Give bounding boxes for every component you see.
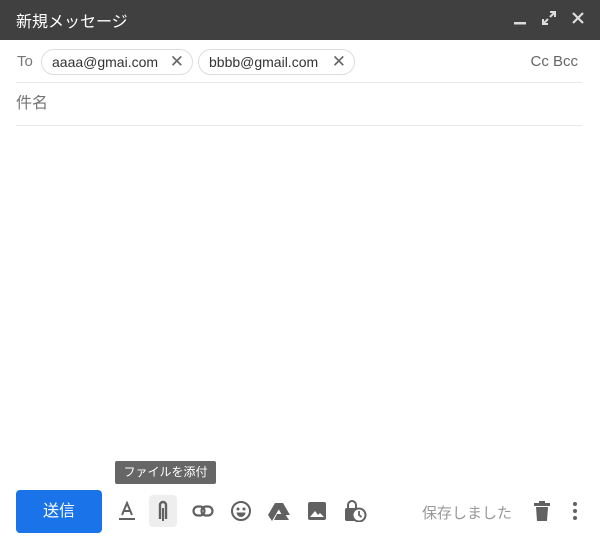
recipient-email: bbbb@gmail.com xyxy=(209,54,319,70)
recipient-email: aaaa@gmai.com xyxy=(52,54,159,70)
saved-status: 保存しました xyxy=(422,505,513,522)
google-drive-icon[interactable] xyxy=(265,497,293,525)
discard-draft-icon[interactable] xyxy=(528,497,556,525)
insert-photo-icon[interactable] xyxy=(303,497,331,525)
subject-input[interactable] xyxy=(16,95,576,113)
to-field[interactable]: To aaaa@gmai.com ✕ bbbb@gmail.com ✕ Cc B… xyxy=(16,42,582,83)
recipient-chip[interactable]: aaaa@gmai.com ✕ xyxy=(41,49,193,75)
attach-file-icon[interactable] xyxy=(149,495,177,527)
link-icon[interactable] xyxy=(189,497,217,525)
confidential-mode-icon[interactable] xyxy=(341,497,369,525)
emoji-icon[interactable] xyxy=(227,497,255,525)
remove-recipient-icon[interactable]: ✕ xyxy=(332,52,346,72)
send-button[interactable]: 送信 xyxy=(16,490,102,533)
tooltip: ファイルを添付 xyxy=(115,461,216,484)
formatting-icon[interactable] xyxy=(113,497,141,525)
compose-title: 新規メッセージ xyxy=(16,14,128,31)
recipient-chip[interactable]: bbbb@gmail.com ✕ xyxy=(198,49,355,75)
expand-icon[interactable] xyxy=(541,10,557,28)
minimize-icon[interactable] xyxy=(512,10,528,28)
remove-recipient-icon[interactable]: ✕ xyxy=(170,52,184,72)
message-body[interactable] xyxy=(16,130,582,450)
to-label: To xyxy=(17,53,33,70)
subject-field[interactable] xyxy=(16,83,582,126)
compose-header: 新規メッセージ xyxy=(0,0,600,40)
cc-bcc-link[interactable]: Cc Bcc xyxy=(530,53,578,70)
more-options-icon[interactable] xyxy=(561,497,589,525)
close-icon[interactable] xyxy=(570,10,586,28)
